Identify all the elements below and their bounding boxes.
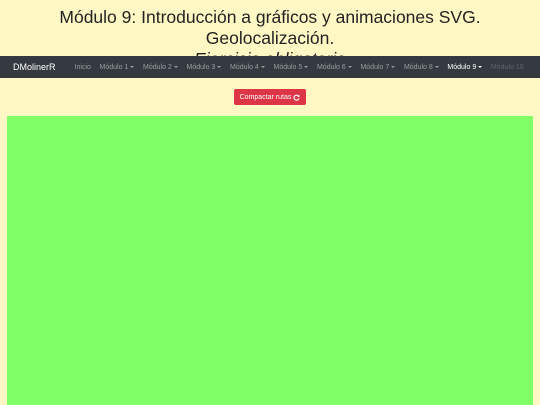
caret-down-icon (478, 65, 483, 68)
nav-item-label: Módulo 6 (316, 63, 346, 71)
caret-down-icon (347, 65, 352, 68)
caret-down-icon (130, 65, 135, 68)
navbar: DMolinerR Inicio Módulo 1 Módulo 2 Módul… (0, 56, 540, 78)
nav-item-modulo-5[interactable]: Módulo 5 (273, 63, 309, 71)
caret-down-icon (217, 65, 222, 68)
nav-item-modulo-2[interactable]: Módulo 2 (143, 64, 178, 71)
caret-down-icon (391, 65, 396, 68)
nav-item-inicio[interactable]: Inicio (75, 64, 91, 71)
svg-canvas[interactable] (7, 116, 533, 405)
compact-routes-button[interactable]: Compactar rutas (233, 89, 307, 105)
nav-item-modulo-9[interactable]: Módulo 9 (447, 63, 483, 71)
nav-item-modulo-1[interactable]: Módulo 1 (100, 64, 135, 71)
nav-item-modulo-10: Módulo 10 (491, 64, 524, 71)
nav-item-label: Módulo 1 (99, 63, 129, 71)
nav-item-label: Módulo 3 (186, 63, 216, 71)
nav-item-modulo-4[interactable]: Módulo 4 (230, 64, 265, 71)
nav-item-modulo-6[interactable]: Módulo 6 (317, 64, 352, 71)
nav-item-label: Módulo 5 (273, 63, 303, 71)
nav-item-label: Módulo 10 (490, 63, 524, 71)
caret-down-icon (173, 65, 178, 68)
nav-item-modulo-7[interactable]: Módulo 7 (360, 63, 396, 71)
caret-down-icon (434, 65, 439, 68)
navbar-brand[interactable]: DMolinerR (13, 62, 56, 72)
caret-down-icon (304, 65, 309, 68)
nav-item-label: Inicio (74, 63, 91, 71)
page-header: Módulo 9: Introducción a gráficos y anim… (0, 0, 540, 69)
nav-item-modulo-8[interactable]: Módulo 8 (404, 64, 439, 71)
caret-down-icon (260, 65, 265, 68)
page-title: Módulo 9: Introducción a gráficos y anim… (59, 7, 481, 48)
nav-item-label: Módulo 9 (447, 63, 477, 71)
nav-item-label: Módulo 2 (143, 63, 172, 71)
nav-item-modulo-3[interactable]: Módulo 3 (187, 64, 222, 71)
refresh-icon (293, 94, 300, 101)
nav-item-label: Módulo 7 (360, 63, 390, 71)
actions-row: Compactar rutas (0, 89, 540, 105)
nav-item-label: Módulo 4 (230, 63, 259, 71)
page: Módulo 9: Introducción a gráficos y anim… (0, 0, 540, 405)
nav-item-label: Módulo 8 (403, 63, 433, 71)
compact-routes-label: Compactar rutas (239, 93, 292, 101)
